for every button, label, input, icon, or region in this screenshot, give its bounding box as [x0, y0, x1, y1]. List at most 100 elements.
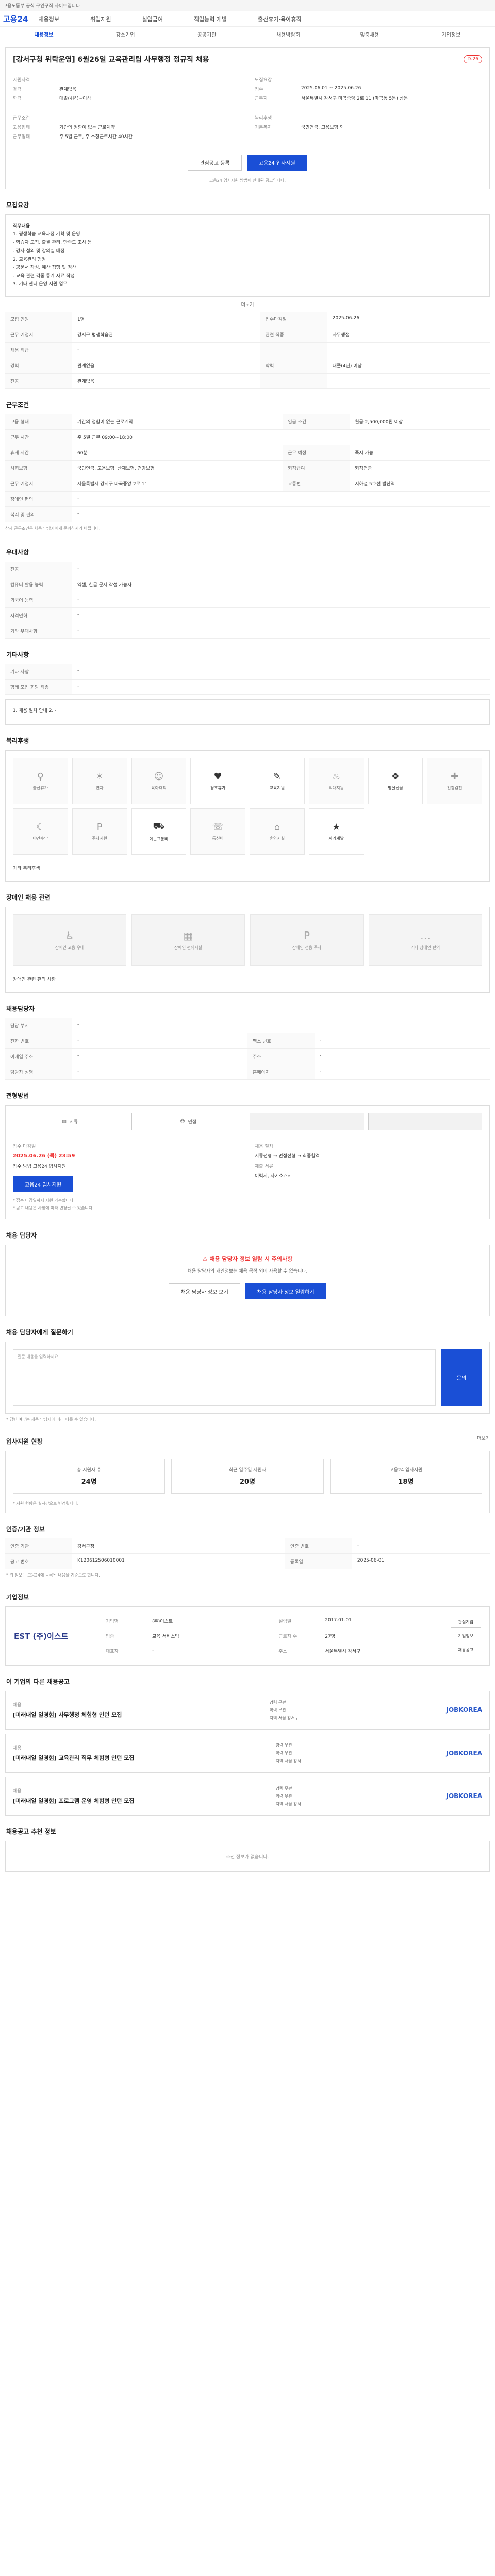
welfare-icon: ✚	[451, 771, 459, 782]
table-cell: 강서구청	[72, 1538, 285, 1554]
kv-key: 기본복지	[255, 125, 272, 130]
job-meta: 지역 서울 강서구	[269, 1715, 299, 1720]
table-cell: -	[352, 1538, 490, 1554]
nav-item-support[interactable]: 취업지원	[90, 15, 111, 23]
topbar-text: 고용노동부 공식 구인구직 사이트입니다	[3, 4, 80, 9]
company-jobs-button[interactable]: 채용공고	[450, 1644, 481, 1655]
table-cell: 1명	[72, 311, 260, 327]
welfare-label: 식대지원	[328, 785, 344, 790]
table-header: 관련 직종	[260, 327, 327, 343]
stats-more-link[interactable]: 더보기	[477, 1435, 490, 1442]
parking-icon: P	[303, 929, 310, 942]
welfare-text: 기타 복리후생	[13, 866, 40, 871]
welfare-icon: ❖	[391, 771, 400, 782]
table-cell: 관계없음	[72, 373, 260, 389]
welfare-icon: ☾	[36, 821, 45, 833]
stat-week: 최근 일주일 지원자 20명	[171, 1458, 324, 1494]
job-item-title[interactable]: [미래내일 일경험] 사무행정 체험형 인턴 모집	[13, 1710, 122, 1719]
table-cell: -	[72, 664, 490, 680]
table-cell: 서울특별시 강서구 마곡중앙 2로 11	[72, 476, 283, 492]
table-header: 외국어 능력	[5, 592, 72, 608]
method-label: 면접	[188, 1120, 197, 1125]
scrap-button[interactable]: 관심공고 등록	[188, 155, 242, 171]
kv-key: 경력	[13, 87, 22, 92]
related-job-item[interactable]: 채용 [미래내일 일경험] 사무행정 체험형 인턴 모집 경력 무관 학력 무관…	[5, 1690, 490, 1730]
more-button[interactable]: 더보기	[5, 297, 490, 312]
disabled-cell: ♿ 장애인 고용 우대	[13, 914, 126, 966]
table-header: 복리 및 편의	[5, 506, 72, 522]
method-interview: ☺ 면접	[131, 1112, 245, 1130]
welfare-icon-cell: ☀ 연차	[72, 757, 127, 804]
subnav-item[interactable]: 강소기업	[85, 30, 166, 38]
kv-value: (주)이스트	[152, 1619, 173, 1624]
table-header: 휴게 시간	[5, 445, 72, 461]
table-cell: 지하철 5호선 발산역	[350, 476, 490, 492]
docs-label: 제출 서류	[255, 1164, 273, 1170]
etc-icon: …	[420, 929, 431, 942]
nav-item-training[interactable]: 직업능력 개발	[194, 15, 227, 23]
docs-value: 이력서, 자기소개서	[255, 1173, 292, 1179]
table-cell: -	[72, 623, 490, 639]
method-apply-button[interactable]: 고용24 입사지원	[13, 1176, 74, 1192]
table-header: 컴퓨터 활용 능력	[5, 577, 72, 592]
subnav-item[interactable]: 기업정보	[410, 30, 492, 38]
qa-input[interactable]: 질문 내용을 입력하세요.	[13, 1349, 436, 1406]
company-logo: EST (주)이스트	[14, 1631, 69, 1641]
welfare-label: 자기계발	[328, 836, 344, 841]
apply-button[interactable]: 고용24 입사지원	[246, 155, 307, 171]
table-header: 팩스 번호	[248, 1033, 315, 1049]
welfare-label: 연차	[95, 785, 104, 790]
nav-item-benefits[interactable]: 실업급여	[142, 15, 162, 23]
table-cell: 월급 2,500,000원 이상	[350, 414, 490, 430]
view-contact-button[interactable]: 채용 담당자 정보 보기	[169, 1283, 240, 1299]
related-job-item[interactable]: 채용 [미래내일 일경험] 교육관리 직무 체험형 인턴 모집 경력 무관 학력…	[5, 1734, 490, 1773]
follow-company-button[interactable]: 관심기업	[450, 1616, 481, 1628]
open-contact-button[interactable]: 채용 담당자 정보 열람하기	[245, 1283, 326, 1299]
welfare-card: ♀ 출산휴가 ☀ 연차 ☺ 육아휴직 ♥ 경조휴가 ✎ 교육지원 ♨ 식대지원 ❖ 명절선물 ✚ 건강검진 ☾ 야…	[5, 750, 490, 882]
job-meta: 학력 무관	[275, 1751, 292, 1756]
stat-total: 총 지원자 수 24명	[13, 1458, 166, 1494]
nav-item-jobs[interactable]: 채용정보	[38, 15, 59, 23]
company-info-button[interactable]: 기업정보	[450, 1630, 481, 1641]
subnav-item[interactable]: 맞춤채용	[329, 30, 410, 38]
site-logo[interactable]: 고용24	[3, 13, 28, 24]
job-source-logo: JOBKOREA	[446, 1792, 482, 1800]
job-item-title[interactable]: [미래내일 일경험] 프로그램 운영 체험형 인턴 모집	[13, 1797, 134, 1805]
section-title-agency: 인증/기관 정보	[6, 1525, 45, 1533]
section-title-qa: 채용 담당자에게 질문하기	[6, 1328, 73, 1336]
welfare-icon-cell: ★ 자기계발	[308, 808, 364, 855]
table-header: 홈페이지	[248, 1064, 315, 1080]
dday-badge: D-26	[464, 55, 482, 63]
welfare-icon: ☀	[95, 771, 104, 782]
table-header: 근무 예정지	[5, 327, 72, 343]
desc-line: 2. 교육관리 행정	[13, 257, 46, 262]
table-cell: 주 5일 근무 09:00~18:00	[72, 429, 490, 445]
welfare-icon-cell: ✎ 교육지원	[250, 757, 305, 804]
subnav-item[interactable]: 공공기관	[166, 30, 248, 38]
method-label: 서류	[69, 1120, 78, 1125]
document-icon: ▤	[62, 1118, 67, 1124]
agency-note: * 위 정보는 고용24에 등록된 내용을 기준으로 합니다.	[6, 1572, 100, 1578]
qa-submit-button[interactable]: 문의	[441, 1349, 482, 1406]
section-title-stats: 입사지원 현황	[6, 1437, 43, 1445]
nav-item-leave[interactable]: 출산휴가·육아휴직	[258, 15, 301, 23]
welfare-icon-grid: ♀ 출산휴가 ☀ 연차 ☺ 육아휴직 ♥ 경조휴가 ✎ 교육지원 ♨ 식대지원 ❖ 명절선물 ✚ 건강검진 ☾ 야…	[6, 751, 489, 862]
related-job-item[interactable]: 채용 [미래내일 일경험] 프로그램 운영 체험형 인턴 모집 경력 무관 학력…	[5, 1776, 490, 1816]
kv-value: -	[152, 1647, 154, 1653]
stat-value: 20명	[239, 1478, 256, 1486]
welfare-icon: ✎	[273, 771, 281, 782]
table-cell: 기간의 정함이 없는 근로계약	[72, 414, 283, 430]
table-cell: 국민연금, 고용보험, 산재보험, 건강보험	[72, 460, 283, 476]
stats-note: * 지원 현황은 실시간으로 변경됩니다.	[13, 1501, 79, 1506]
subnav-item[interactable]: 채용정보	[3, 30, 85, 38]
table-cell: 60분	[72, 445, 283, 461]
table-cell: -	[72, 1018, 490, 1033]
table-cell: K120612506010001	[72, 1553, 285, 1569]
job-item-title[interactable]: [미래내일 일경험] 교육관리 직무 체험형 인턴 모집	[13, 1754, 134, 1762]
subnav-item[interactable]: 채용박람회	[248, 30, 329, 38]
job-label: 채용	[13, 1789, 22, 1794]
method-note: * 접수 마감일까지 지원 가능합니다.	[13, 1198, 75, 1203]
kv-key: 고용형태	[13, 125, 30, 130]
welfare-label: 경조휴가	[210, 785, 226, 790]
section-title-work: 근무조건	[6, 401, 29, 409]
